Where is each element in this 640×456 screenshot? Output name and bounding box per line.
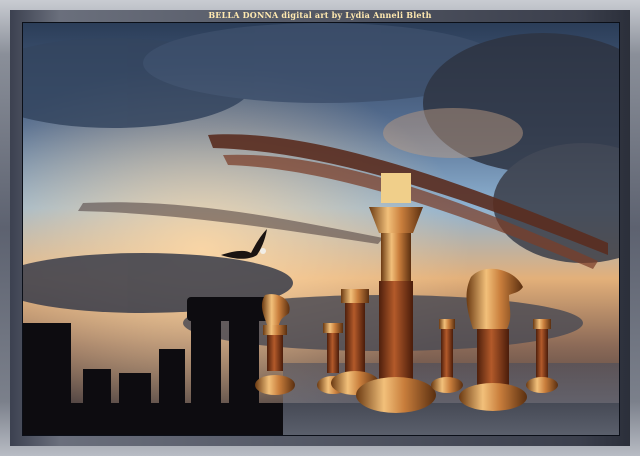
picture-frame: BELLA DONNA digital art by Lydia Anneli … bbox=[0, 0, 640, 456]
artwork-caption: BELLA DONNA digital art by Lydia Anneli … bbox=[208, 10, 432, 20]
artwork-canvas bbox=[22, 22, 620, 436]
artwork-illustration bbox=[23, 23, 619, 435]
